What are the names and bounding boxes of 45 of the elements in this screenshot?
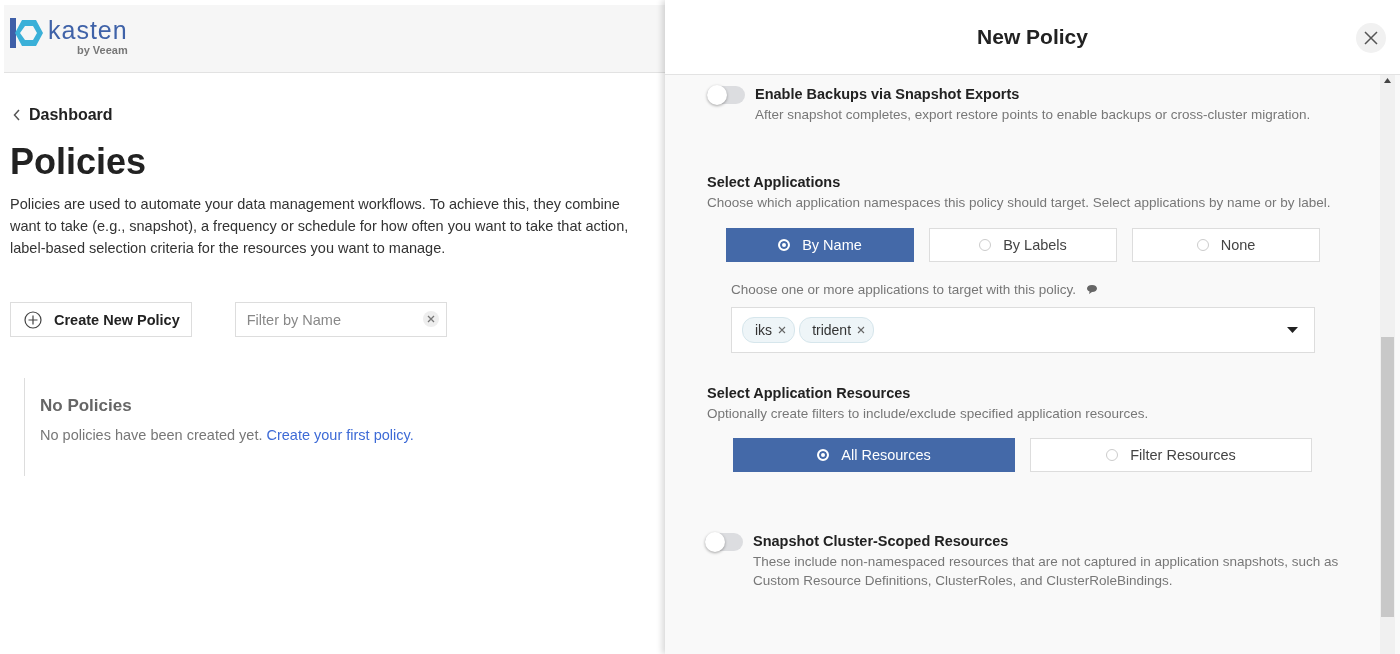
application-tag[interactable]: trident [799, 317, 875, 343]
radio-option[interactable]: None [1132, 228, 1320, 262]
remove-icon[interactable] [857, 326, 866, 334]
plus-circle-icon [24, 310, 42, 329]
description-line: want to take (e.g., snapshot), a frequency or schedule for how often you want to take that action, [10, 217, 630, 236]
radio-option[interactable]: All Resources [733, 438, 1015, 472]
radio-option[interactable]: By Name [726, 228, 914, 262]
application-select[interactable]: iks trident [731, 307, 1315, 353]
panel-title: New Policy [977, 25, 1088, 49]
speech-bubble-icon[interactable] [1085, 284, 1098, 295]
scrollbar[interactable] [1380, 75, 1395, 654]
clear-icon[interactable] [422, 311, 439, 327]
empty-state-title: No Policies [40, 396, 133, 416]
application-tag[interactable]: iks [742, 317, 796, 343]
radio-option[interactable]: By Labels [929, 228, 1117, 262]
close-button[interactable] [1356, 23, 1386, 53]
section-title: Select Applications [707, 174, 842, 190]
section-title: Select Application Resources [707, 385, 912, 401]
description-line: label-based selection criteria for the resources you want to manage. [10, 239, 447, 258]
scroll-up-icon[interactable] [1384, 78, 1391, 83]
toggle-switch[interactable] [707, 86, 745, 104]
back-link[interactable]: Dashboard [13, 106, 113, 124]
section-description: Choose which application namespaces this policy should target. Select applications by name or by label. [707, 194, 1332, 212]
field-hint: Choose one or more applications to target with this policy. [731, 282, 1076, 297]
brand-tagline: by Veeam [76, 43, 128, 56]
empty-state-message: No policies have been created yet. Create your first policy. [40, 427, 415, 443]
create-policy-button[interactable]: Create New Policy [10, 302, 192, 337]
chevron-left-icon [13, 109, 21, 121]
filter-field[interactable]: Filter by Name [234, 302, 447, 337]
radio-option[interactable]: Filter Resources [1030, 438, 1312, 472]
toggle-label: Enable Backups via Snapshot Exports [755, 85, 1021, 103]
scrollbar-thumb[interactable] [1381, 337, 1394, 617]
toggle-switch[interactable] [705, 533, 743, 551]
toggle-description: After snapshot completes, export restore points to enable backups or cross-cluster migration. [755, 106, 1311, 124]
logo-icon [10, 17, 44, 48]
close-icon[interactable] [1363, 30, 1379, 46]
create-first-policy-link[interactable]: Create your first policy. [266, 427, 414, 443]
toggle-description: These include non-namespaced resources that are not captured in application snapshots, such as Custom Resource Definitions, ClusterRoles, and ClusterRoleBindings. [753, 553, 1340, 590]
brand-name: kasten [48, 15, 128, 44]
toggle-label: Snapshot Cluster-Scoped Resources [753, 532, 1010, 550]
remove-icon[interactable] [778, 326, 787, 334]
caret-icon[interactable] [1287, 327, 1298, 333]
page-title: Policies [10, 140, 148, 184]
section-description: Optionally create filters to include/exclude specified application resources. [707, 405, 1150, 423]
description-line: Policies are used to automate your data management workflows. To achieve this, they combine [10, 195, 621, 214]
